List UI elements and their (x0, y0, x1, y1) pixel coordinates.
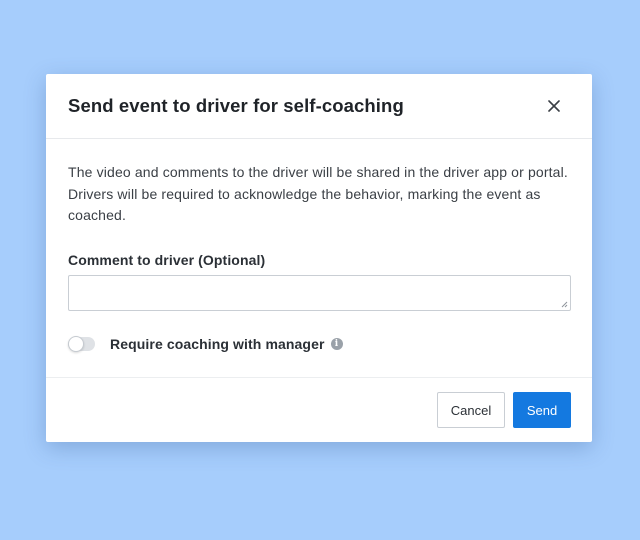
comment-textarea[interactable] (68, 275, 571, 311)
coaching-toggle-row: Require coaching with manager i (68, 335, 343, 353)
dialog-title: Send event to driver for self-coaching (68, 95, 404, 117)
require-coaching-label: Require coaching with manager (110, 336, 325, 352)
close-icon (548, 100, 560, 112)
toggle-knob (68, 336, 84, 352)
dialog-header: Send event to driver for self-coaching (46, 74, 592, 139)
send-event-dialog: Send event to driver for self-coaching T… (46, 74, 592, 442)
send-button[interactable]: Send (513, 392, 571, 428)
info-icon[interactable]: i (331, 338, 343, 350)
comment-label: Comment to driver (Optional) (68, 252, 265, 268)
resize-grip-icon[interactable] (561, 301, 568, 308)
page-background: { "modal": { "title": "Send event to dri… (0, 0, 640, 540)
dialog-description: The video and comments to the driver wil… (68, 162, 578, 227)
dialog-footer: Cancel Send (46, 377, 592, 442)
require-coaching-toggle[interactable] (68, 337, 95, 351)
cancel-button[interactable]: Cancel (437, 392, 505, 428)
close-button[interactable] (544, 96, 564, 116)
